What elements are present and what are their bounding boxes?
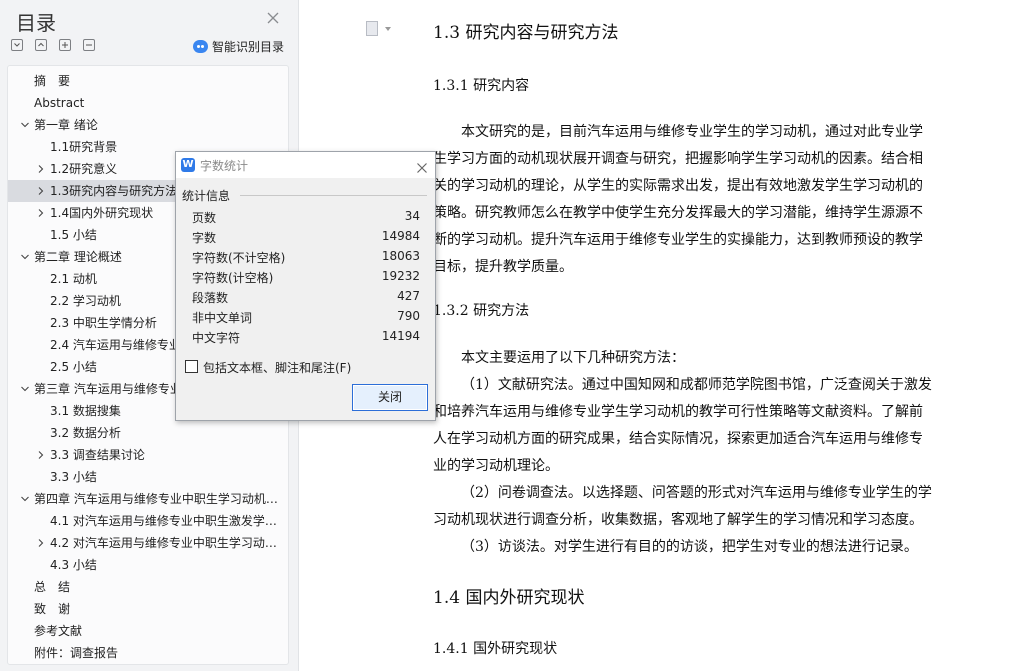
- paragraph-line: （2）问卷调查法。以选择题、问答题的形式对汽车运用与维修专业学生的学: [461, 485, 932, 501]
- word-count-dialog: W 字数统计 统计信息 页数 34 字数 14984 字符数(不计空格) 18063 字符数…: [175, 151, 436, 421]
- paragraph-line: 目标，提升教学质量。: [433, 259, 573, 275]
- stat-value: 14194: [381, 329, 420, 343]
- heading-1-3: 1.3 研究内容与研究方法: [433, 23, 619, 43]
- paragraph-line: 生学习方面的动机现状展开调查与研究，把握影响学生学习动机的因素。结合相: [433, 151, 923, 167]
- stat-label: 页数: [192, 211, 217, 225]
- paragraph-line: 本文主要运用了以下几种研究方法：: [461, 350, 685, 366]
- chevron-down-icon[interactable]: [20, 120, 30, 130]
- heading-1-3-1: 1.3.1 研究内容: [433, 78, 530, 94]
- stat-label: 字数: [192, 231, 217, 245]
- stat-label: 中文字符: [192, 331, 241, 345]
- paragraph-line: 人在学习动机方面的研究成果，结合实际情况，探索更加适合汽车运用与维修专: [433, 431, 923, 447]
- document-icon[interactable]: [366, 21, 378, 36]
- stat-label: 非中文单词: [192, 311, 253, 325]
- close-button[interactable]: 关闭: [352, 384, 428, 411]
- toc-item-label: 4.1 对汽车运用与维修专业中职生激发学习动机的建议: [50, 514, 282, 528]
- stat-label: 段落数: [192, 291, 229, 305]
- paragraph-line: 习动机现状进行调查分析，收集数据，客观地了解学生的学习情况和学习态度。: [433, 512, 923, 528]
- toc-item-label: 3.3 小结: [50, 470, 97, 484]
- toc-item[interactable]: 3.3 小结: [8, 466, 288, 488]
- chevron-right-icon[interactable]: [36, 164, 46, 174]
- smart-toc-label: 智能识别目录: [212, 40, 285, 54]
- paragraph-line: 策略。研究教师怎么在教学中使学生充分发挥最大的学习潜能，维持学生源源不: [433, 205, 923, 221]
- chevron-right-icon[interactable]: [36, 450, 46, 460]
- toc-item[interactable]: 4.3 小结: [8, 554, 288, 576]
- toc-item-label: 4.3 小结: [50, 558, 97, 572]
- toc-item[interactable]: Abstract: [8, 92, 288, 114]
- heading-1-4-1: 1.4.1 国外研究现状: [433, 641, 558, 657]
- stat-value: 18063: [381, 249, 420, 263]
- stat-value: 790: [397, 309, 420, 323]
- expand-up-button[interactable]: [35, 39, 47, 51]
- stat-value: 14984: [381, 229, 420, 243]
- paragraph-line: 断的学习动机。提升汽车运用于维修专业学生的实操能力，达到教师预设的教学: [433, 232, 923, 248]
- toc-item-label: 参考文献: [34, 624, 83, 638]
- wps-logo-icon: W: [181, 158, 195, 172]
- include-textbox-checkbox[interactable]: [185, 360, 198, 373]
- toc-item-label: 4.2 对汽车运用与维修专业中职生学习动机激发的策略: [50, 536, 282, 550]
- smart-toc-button[interactable]: 智能识别目录: [193, 38, 284, 55]
- stat-label: 字符数(计空格): [192, 271, 274, 285]
- robot-icon: [193, 40, 208, 53]
- paragraph-line: 业的学习动机理论。: [433, 458, 559, 474]
- stat-label: 字符数(不计空格): [192, 251, 286, 265]
- toc-item[interactable]: 3.3 调查结果讨论: [8, 444, 288, 466]
- toc-item[interactable]: 第一章 绪论: [8, 114, 288, 136]
- heading-1-3-2: 1.3.2 研究方法: [433, 303, 530, 319]
- paragraph-line: （3）访谈法。对学生进行有目的的访谈，把学生对专业的想法进行记录。: [461, 539, 918, 555]
- group-divider: [240, 195, 427, 196]
- toc-title: 目录: [16, 11, 56, 35]
- close-icon[interactable]: [266, 10, 280, 24]
- toc-item-label: 致 谢: [34, 602, 71, 616]
- chevron-down-icon[interactable]: [20, 494, 30, 504]
- toc-item[interactable]: 附件：调查报告: [8, 642, 288, 664]
- dialog-title: 字数统计: [200, 159, 249, 173]
- chevron-down-icon[interactable]: [20, 252, 30, 262]
- paragraph-line: 和培养汽车运用与维修专业学生学习动机的教学可行性策略等文献资料。了解前: [433, 404, 923, 420]
- toc-item[interactable]: 总 结: [8, 576, 288, 598]
- stat-value: 34: [404, 209, 420, 223]
- chevron-down-icon[interactable]: [385, 27, 391, 31]
- paragraph-line: 关的学习动机的理论，从学生的实际需求出发，提出有效地激发学生学习动机的: [433, 178, 923, 194]
- toc-item-label: Abstract: [34, 96, 85, 110]
- collapse-all-button[interactable]: [11, 39, 23, 51]
- close-icon[interactable]: [416, 159, 428, 173]
- remove-heading-button[interactable]: [83, 39, 95, 51]
- stat-value: 19232: [381, 269, 420, 283]
- toc-item-label: 摘 要: [34, 74, 71, 88]
- toc-item-label: 附件：调查报告: [34, 646, 119, 660]
- chevron-right-icon[interactable]: [36, 186, 46, 196]
- toc-item[interactable]: 参考文献: [8, 620, 288, 642]
- chevron-right-icon[interactable]: [36, 208, 46, 218]
- include-textbox-label[interactable]: 包括文本框、脚注和尾注(F): [203, 359, 351, 376]
- toc-item-label: 总 结: [34, 580, 71, 594]
- toc-item[interactable]: 第四章 汽车运用与维修专业中职生学习动机的激发策略: [8, 488, 288, 510]
- toc-item[interactable]: 3.2 数据分析: [8, 422, 288, 444]
- toc-item[interactable]: 摘 要: [8, 70, 288, 92]
- dialog-titlebar[interactable]: W 字数统计: [176, 152, 435, 178]
- heading-1-4: 1.4 国内外研究现状: [433, 588, 585, 608]
- stat-value: 427: [397, 289, 420, 303]
- chevron-right-icon[interactable]: [36, 538, 46, 548]
- toc-item[interactable]: 4.1 对汽车运用与维修专业中职生激发学习动机的建议: [8, 510, 288, 532]
- toc-item-label: 3.2 数据分析: [50, 426, 121, 440]
- toc-item[interactable]: 致 谢: [8, 598, 288, 620]
- paragraph-line: 本文研究的是，目前汽车运用与维修专业学生的学习动机，通过对此专业学: [461, 124, 923, 140]
- toc-item[interactable]: 4.2 对汽车运用与维修专业中职生学习动机激发的策略: [8, 532, 288, 554]
- add-heading-button[interactable]: [59, 39, 71, 51]
- toc-item-label: 第一章 绪论: [34, 118, 98, 132]
- toc-item-label: 第四章 汽车运用与维修专业中职生学习动机的激发策略: [34, 492, 282, 506]
- stats-group-label: 统计信息: [182, 189, 231, 203]
- chevron-down-icon[interactable]: [20, 384, 30, 394]
- paragraph-line: （1）文献研究法。通过中国知网和成都师范学院图书馆，广泛查阅关于激发: [461, 377, 932, 393]
- toc-item-label: 3.3 调查结果讨论: [50, 448, 145, 462]
